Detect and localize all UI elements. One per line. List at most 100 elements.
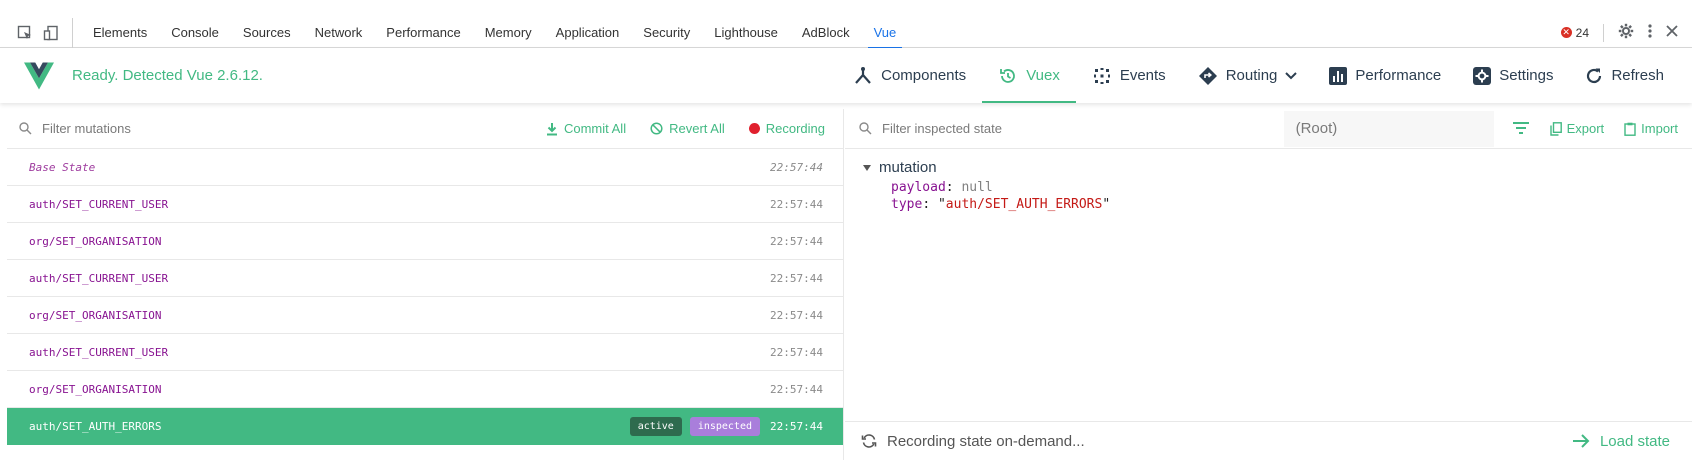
mutation-actions: Commit All Revert All Recording: [546, 121, 843, 136]
mutation-name: org/SET_ORGANISATION: [29, 308, 162, 322]
performance-icon: [1329, 66, 1348, 85]
nav-components[interactable]: Components: [837, 48, 982, 103]
list-item[interactable]: Base State 22:57:44: [7, 149, 843, 186]
selected-mutation[interactable]: auth/SET_AUTH_ERRORS active inspected 22…: [7, 408, 843, 445]
list-item[interactable]: org/SET_ORGANISATION 22:57:44: [7, 223, 843, 260]
vue-status: Ready. Detected Vue 2.6.12.: [72, 67, 263, 84]
import-button[interactable]: Import: [1624, 121, 1678, 136]
search-icon: [19, 122, 32, 135]
list-item[interactable]: org/SET_ORGANISATION 22:57:44: [7, 297, 843, 334]
nav-settings[interactable]: Settings: [1457, 48, 1569, 103]
revert-all-button[interactable]: Revert All: [650, 121, 725, 136]
mutation-name: auth/SET_AUTH_ERRORS: [29, 420, 162, 433]
payload-row: payload: null: [891, 180, 993, 195]
payload-key: payload: [891, 180, 946, 195]
nav-vuex-label: Vuex: [1026, 67, 1060, 84]
active-badge: active: [629, 417, 682, 436]
recording-status-bar: Recording state on-demand... Load state: [845, 421, 1692, 460]
filter-mutations-input[interactable]: [42, 121, 402, 136]
components-icon: [855, 66, 871, 84]
filter-state-input[interactable]: [882, 121, 1242, 136]
tab-network[interactable]: Network: [303, 18, 375, 48]
devtools-tab-bar: Elements Console Sources Network Perform…: [0, 17, 1692, 49]
mutation-section-toggle[interactable]: mutation: [863, 159, 1692, 176]
mutation-time: 22:57:44: [770, 308, 823, 322]
tab-performance[interactable]: Performance: [374, 18, 472, 48]
filter-icon[interactable]: [1512, 121, 1530, 135]
nav-settings-label: Settings: [1499, 67, 1554, 84]
tab-lighthouse[interactable]: Lighthouse: [702, 18, 790, 48]
type-key: type: [891, 197, 923, 212]
vue-header: Ready. Detected Vue 2.6.12. Components V…: [0, 48, 1692, 103]
import-label: Import: [1641, 121, 1678, 136]
tab-console[interactable]: Console: [159, 18, 231, 48]
state-tree: mutation payload: null type: "auth/SET_A…: [845, 149, 1692, 212]
mutation-time: 22:57:44: [770, 420, 823, 433]
list-item[interactable]: auth/SET_CURRENT_USER 22:57:44: [7, 260, 843, 297]
device-toggle-icon[interactable]: [42, 24, 60, 42]
load-state-label: Load state: [1599, 432, 1670, 450]
mutation-name: org/SET_ORGANISATION: [29, 234, 162, 248]
mutation-name: auth/SET_CURRENT_USER: [29, 271, 169, 285]
payload-value: null: [961, 180, 993, 195]
settings-icon: [1473, 66, 1492, 85]
mutation-time: 22:57:44: [770, 382, 823, 396]
nav-events-label: Events: [1119, 67, 1166, 84]
error-icon: ✕: [1560, 27, 1572, 38]
nav-performance[interactable]: Performance: [1313, 48, 1457, 103]
type-value: auth/SET_AUTH_ERRORS: [945, 197, 1103, 212]
type-row: type: "auth/SET_AUTH_ERRORS": [891, 197, 1111, 212]
error-counter[interactable]: ✕ 24: [1560, 25, 1589, 40]
root-select[interactable]: (Root): [1283, 110, 1494, 147]
state-actions: Export Import: [1494, 121, 1692, 136]
commit-all-label: Commit All: [563, 121, 627, 136]
tab-application[interactable]: Application: [544, 18, 632, 48]
mutations-toolbar: Commit All Revert All Recording: [7, 109, 843, 149]
commit-all-button[interactable]: Commit All: [546, 121, 626, 136]
inspect-element-icon[interactable]: [16, 24, 34, 42]
tab-vue[interactable]: Vue: [862, 18, 909, 49]
divider: [1603, 23, 1604, 42]
list-item[interactable]: auth/SET_CURRENT_USER 22:57:44: [7, 186, 843, 223]
mutation-time: 22:57:44: [770, 271, 823, 285]
list-item[interactable]: org/SET_ORGANISATION 22:57:44: [7, 371, 843, 408]
load-state-button[interactable]: Load state: [1572, 433, 1670, 450]
tab-adblock[interactable]: AdBlock: [790, 18, 862, 48]
devtools-window: Elements Console Sources Network Perform…: [0, 0, 1692, 475]
state-toolbar: (Root) Export Import: [845, 109, 1692, 149]
recording-toggle[interactable]: Recording: [748, 121, 825, 136]
triangle-down-icon: [863, 164, 871, 171]
close-icon[interactable]: [1666, 25, 1678, 40]
mutation-name: auth/SET_CURRENT_USER: [29, 345, 169, 359]
nav-events[interactable]: Events: [1076, 48, 1182, 103]
nav-vuex[interactable]: Vuex: [982, 48, 1076, 103]
recording-label: Recording: [765, 121, 825, 136]
export-button[interactable]: Export: [1549, 121, 1605, 136]
nav-performance-label: Performance: [1355, 67, 1442, 84]
tab-security[interactable]: Security: [631, 18, 702, 48]
mutation-badges: active inspected: [629, 417, 761, 436]
list-item[interactable]: auth/SET_CURRENT_USER 22:57:44: [7, 334, 843, 371]
tab-sources[interactable]: Sources: [231, 18, 303, 48]
nav-refresh[interactable]: Refresh: [1569, 48, 1680, 103]
tab-memory[interactable]: Memory: [473, 18, 544, 48]
error-count: 24: [1575, 25, 1589, 40]
devtools-tabs: Elements Console Sources Network Perform…: [72, 17, 909, 49]
devtools-right-controls: ✕ 24: [1560, 23, 1692, 42]
events-icon: [1093, 67, 1110, 84]
nav-refresh-label: Refresh: [1611, 67, 1664, 84]
copy-icon: [1549, 121, 1562, 136]
history-icon: [1000, 68, 1016, 83]
inspected-badge: inspected: [689, 417, 761, 436]
nav-routing[interactable]: Routing: [1182, 48, 1314, 103]
export-label: Export: [1566, 121, 1605, 136]
search-icon: [859, 122, 872, 135]
more-menu-icon[interactable]: [1648, 23, 1652, 42]
gear-icon[interactable]: [1618, 23, 1634, 42]
chevron-down-icon: [1285, 71, 1298, 79]
mutation-time: 22:57:44: [770, 197, 823, 211]
mutation-list: Base State 22:57:44 auth/SET_CURRENT_USE…: [7, 149, 843, 445]
tab-elements[interactable]: Elements: [81, 18, 159, 48]
arrow-right-icon: [1572, 434, 1590, 448]
record-icon: [748, 123, 760, 134]
